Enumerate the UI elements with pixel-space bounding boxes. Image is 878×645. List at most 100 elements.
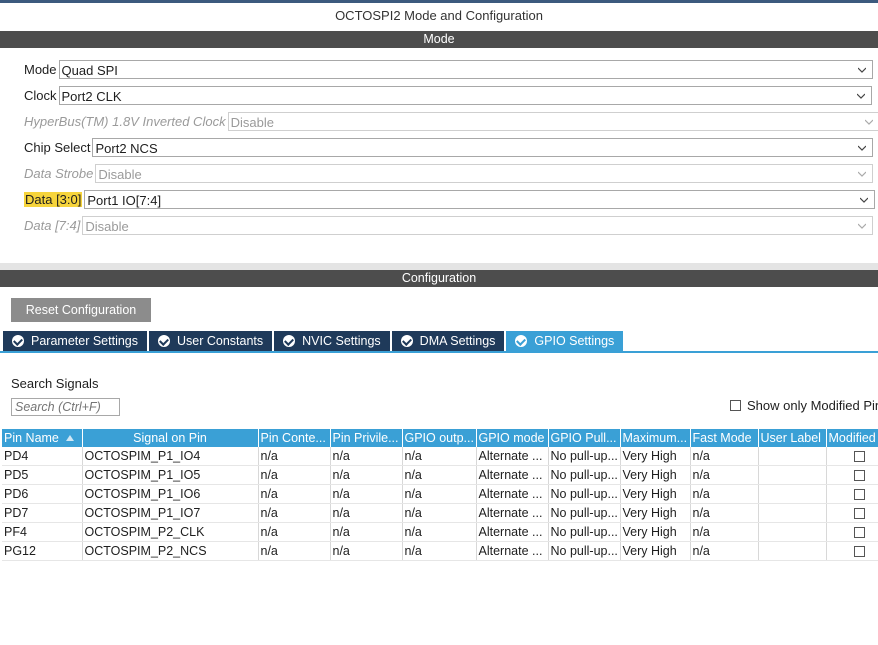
cell-signal: OCTOSPIM_P1_IO7 <box>82 503 259 523</box>
hyperbus-label: HyperBus(TM) 1.8V Inverted Clock <box>24 113 226 129</box>
column-header-signal[interactable]: Signal on Pin <box>82 429 259 447</box>
table-row[interactable]: PD5 OCTOSPIM_P1_IO5 n/a n/a n/a Alternat… <box>2 465 878 485</box>
data-7-4-row: Data [7:4] Disable <box>24 214 874 236</box>
cell-user-label[interactable] <box>758 465 827 485</box>
checkbox-icon[interactable] <box>853 451 865 463</box>
check-circle-icon <box>158 335 170 347</box>
column-header-user-label[interactable]: User Label <box>758 429 827 447</box>
cell-pin-context: n/a <box>258 541 331 561</box>
chevron-down-icon <box>860 197 869 203</box>
hyperbus-select[interactable]: Disable <box>227 111 878 131</box>
checkbox-icon[interactable] <box>853 489 865 501</box>
checkbox-icon[interactable] <box>853 508 865 520</box>
cell-modified[interactable] <box>826 522 878 542</box>
cell-pin-context: n/a <box>258 484 331 504</box>
cell-gpio-output: n/a <box>402 447 477 466</box>
cell-modified[interactable] <box>826 465 878 485</box>
cell-fast-mode: n/a <box>690 541 759 561</box>
tab-nvic-settings[interactable]: NVIC Settings <box>274 331 390 351</box>
table-row[interactable]: PD6 OCTOSPIM_P1_IO6 n/a n/a n/a Alternat… <box>2 484 878 504</box>
cell-pin-context: n/a <box>258 447 331 466</box>
cell-signal: OCTOSPIM_P1_IO4 <box>82 447 259 466</box>
tab-dma-settings[interactable]: DMA Settings <box>391 331 505 351</box>
column-header-gpio-pull[interactable]: GPIO Pull... <box>548 429 621 447</box>
cell-user-label[interactable] <box>758 484 827 504</box>
cell-modified[interactable] <box>826 484 878 504</box>
cell-modified[interactable] <box>826 541 878 561</box>
clock-select[interactable]: Port2 CLK <box>58 85 872 105</box>
mode-select[interactable]: Quad SPI <box>58 59 873 79</box>
column-header-modified[interactable]: Modified <box>826 429 878 447</box>
cell-user-label[interactable] <box>758 541 827 561</box>
tab-label: GPIO Settings <box>534 334 615 348</box>
cell-pin-privilege: n/a <box>330 503 403 523</box>
cell-maximum: Very High <box>620 541 691 561</box>
tab-label: User Constants <box>177 334 264 348</box>
cell-gpio-output: n/a <box>402 465 477 485</box>
cell-fast-mode: n/a <box>690 522 759 542</box>
cell-user-label[interactable] <box>758 447 827 466</box>
window-top-border <box>0 0 878 3</box>
cell-gpio-output: n/a <box>402 541 477 561</box>
table-row[interactable]: PF4 OCTOSPIM_P2_CLK n/a n/a n/a Alternat… <box>2 522 878 542</box>
cell-modified[interactable] <box>826 503 878 523</box>
search-signals-label: Search Signals <box>11 376 99 391</box>
cell-gpio-pull: No pull-up... <box>548 484 621 504</box>
column-header-maximum[interactable]: Maximum... <box>620 429 691 447</box>
reset-configuration-button[interactable]: Reset Configuration <box>11 298 151 322</box>
data-strobe-row: Data Strobe Disable <box>24 162 874 184</box>
gpio-table: Pin Name Signal on Pin Pin Conte... Pin … <box>2 429 878 561</box>
chip-select-select[interactable]: Port2 NCS <box>92 137 874 157</box>
cell-maximum: Very High <box>620 522 691 542</box>
cell-gpio-pull: No pull-up... <box>548 465 621 485</box>
tab-parameter-settings[interactable]: Parameter Settings <box>3 331 147 351</box>
column-header-pin-privilege[interactable]: Pin Privile... <box>330 429 403 447</box>
data-3-0-label: Data [3:0] <box>24 191 83 207</box>
cell-pin-privilege: n/a <box>330 465 403 485</box>
cell-gpio-pull: No pull-up... <box>548 541 621 561</box>
cell-pin-context: n/a <box>258 503 331 523</box>
search-input[interactable] <box>11 398 120 416</box>
checkbox-icon[interactable] <box>853 527 865 539</box>
cell-modified[interactable] <box>826 447 878 466</box>
cell-pin-name: PF4 <box>2 522 83 542</box>
table-row[interactable]: PG12 OCTOSPIM_P2_NCS n/a n/a n/a Alterna… <box>2 541 878 561</box>
chevron-down-icon <box>858 171 867 177</box>
column-header-pin-name[interactable]: Pin Name <box>2 429 83 447</box>
checkbox-icon[interactable] <box>853 470 865 482</box>
table-row[interactable]: PD4 OCTOSPIM_P1_IO4 n/a n/a n/a Alternat… <box>2 447 878 466</box>
cell-maximum: Very High <box>620 503 691 523</box>
cell-pin-privilege: n/a <box>330 484 403 504</box>
mode-select-value: Quad SPI <box>61 62 118 78</box>
cell-user-label[interactable] <box>758 522 827 542</box>
clock-select-value: Port2 CLK <box>61 88 122 104</box>
data-3-0-select[interactable]: Port1 IO[7:4] <box>84 189 876 209</box>
chevron-down-icon <box>864 119 873 125</box>
column-header-fast-mode[interactable]: Fast Mode <box>690 429 759 447</box>
table-row[interactable]: PD7 OCTOSPIM_P1_IO7 n/a n/a n/a Alternat… <box>2 503 878 523</box>
column-header-gpio-mode[interactable]: GPIO mode <box>476 429 549 447</box>
checkbox-icon[interactable] <box>853 546 865 558</box>
clock-row: Clock Port2 CLK <box>24 84 872 106</box>
data-7-4-value: Disable <box>85 218 129 234</box>
tab-underline <box>0 351 878 353</box>
column-header-pin-context[interactable]: Pin Conte... <box>258 429 331 447</box>
cell-gpio-mode: Alternate ... <box>476 541 549 561</box>
chevron-down-icon <box>858 145 867 151</box>
cell-gpio-mode: Alternate ... <box>476 484 549 504</box>
data-7-4-select[interactable]: Disable <box>82 215 874 235</box>
column-header-gpio-output[interactable]: GPIO outp... <box>402 429 477 447</box>
cell-pin-context: n/a <box>258 522 331 542</box>
cell-user-label[interactable] <box>758 503 827 523</box>
window-title: OCTOSPI2 Mode and Configuration <box>335 8 543 23</box>
cell-signal: OCTOSPIM_P1_IO5 <box>82 465 259 485</box>
tab-user-constants[interactable]: User Constants <box>149 331 273 351</box>
cell-gpio-mode: Alternate ... <box>476 522 549 542</box>
show-modified-pins-checkbox[interactable]: Show only Modified Pins <box>730 398 878 413</box>
check-circle-icon <box>515 335 528 347</box>
tab-gpio-settings[interactable]: GPIO Settings <box>506 331 624 351</box>
chip-select-label: Chip Select <box>24 139 91 155</box>
data-strobe-select[interactable]: Disable <box>95 163 874 183</box>
tab-label: Parameter Settings <box>31 334 138 348</box>
check-circle-icon <box>283 335 296 347</box>
